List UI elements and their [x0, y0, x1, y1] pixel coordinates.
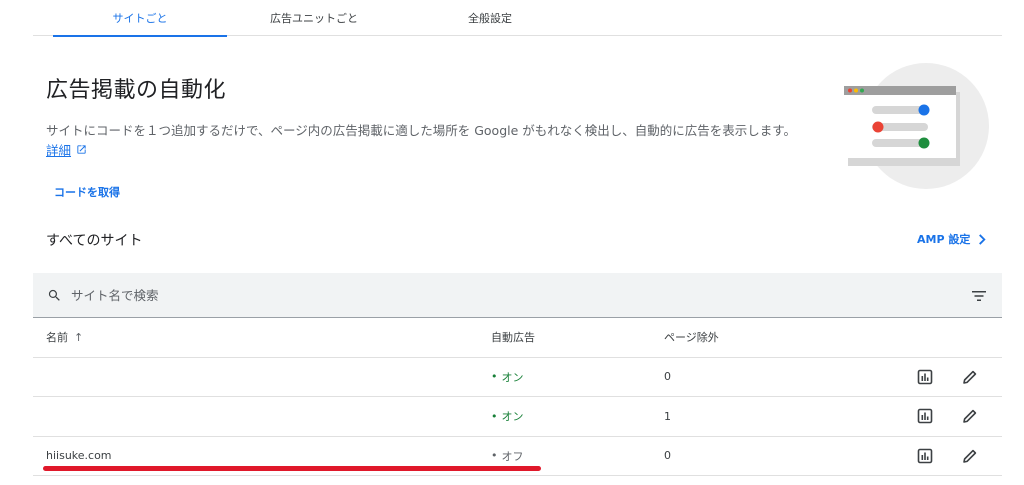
- sort-ascending-icon: ↑: [74, 330, 84, 344]
- edit-button[interactable]: [962, 358, 978, 397]
- table-row[interactable]: • オン 1: [33, 397, 1002, 437]
- search-input[interactable]: [71, 281, 891, 309]
- column-header-name-label: 名前: [46, 331, 68, 345]
- search-icon: [48, 289, 60, 301]
- details-link[interactable]: 詳細: [46, 140, 87, 159]
- report-button[interactable]: [917, 358, 933, 397]
- auto-ads-status: • オン: [491, 358, 524, 397]
- table-row[interactable]: • オン 0: [33, 358, 1002, 397]
- sites-table: 名前 ↑ 自動広告 ページ除外 • オン 0 • オン 1 hiisuke.co…: [33, 318, 1002, 476]
- column-header-page-exclusions: ページ除外: [664, 331, 719, 345]
- status-dot-icon: •: [491, 449, 498, 463]
- edit-button[interactable]: [962, 397, 978, 436]
- chevron-right-icon: [979, 233, 986, 245]
- column-header-auto-ads: 自動広告: [491, 331, 535, 345]
- tab-by-site[interactable]: サイトごと: [53, 0, 227, 37]
- page-exclusions-count: 0: [664, 449, 671, 463]
- tab-general-settings[interactable]: 全般設定: [403, 0, 577, 36]
- bar-chart-icon: [917, 369, 933, 385]
- auto-ads-status-label: オフ: [501, 449, 524, 463]
- auto-ads-illustration: [844, 63, 989, 189]
- column-header-name[interactable]: 名前 ↑: [46, 318, 83, 357]
- pencil-icon: [963, 370, 977, 384]
- amp-settings-label: AMP 設定: [917, 233, 971, 246]
- open-in-new-icon: [77, 145, 86, 154]
- details-link-label: 詳細: [46, 143, 72, 158]
- auto-ads-status-label: オン: [501, 410, 524, 424]
- status-dot-icon: •: [491, 409, 498, 423]
- site-search-bar: [33, 273, 1002, 318]
- description-text: サイトにコードを１つ追加するだけで、ページ内の広告掲載に適した場所を Googl…: [46, 123, 797, 138]
- auto-ads-status-label: オン: [501, 370, 524, 384]
- bar-chart-icon: [917, 448, 933, 464]
- table-header-row: 名前 ↑ 自動広告 ページ除外: [33, 318, 1002, 358]
- tab-by-ad-unit[interactable]: 広告ユニットごと: [227, 0, 401, 36]
- report-button[interactable]: [917, 397, 933, 436]
- bar-chart-icon: [917, 408, 933, 424]
- page-exclusions-count: 1: [664, 409, 671, 423]
- pencil-icon: [963, 410, 977, 424]
- auto-ads-status: • オン: [491, 397, 524, 436]
- get-code-button[interactable]: コードを取得: [54, 184, 120, 200]
- page-title: 広告掲載の自動化: [46, 78, 227, 103]
- status-dot-icon: •: [491, 370, 498, 384]
- amp-settings-button[interactable]: AMP 設定: [917, 231, 986, 247]
- annotation-underline: [43, 466, 541, 471]
- filter-icon[interactable]: [971, 289, 987, 303]
- edit-button[interactable]: [962, 437, 978, 476]
- tab-bar: サイトごと 広告ユニットごと 全般設定: [33, 0, 1002, 37]
- page-exclusions-count: 0: [664, 370, 671, 384]
- report-button[interactable]: [917, 437, 933, 476]
- all-sites-heading: すべてのサイト: [46, 233, 143, 249]
- pencil-icon: [963, 449, 977, 463]
